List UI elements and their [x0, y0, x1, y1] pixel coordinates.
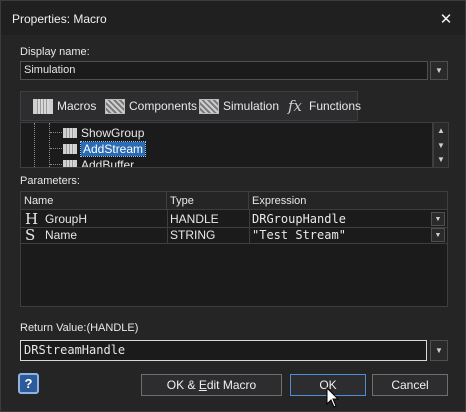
- return-value-text: DRStreamHandle: [24, 343, 126, 357]
- component-icon: [105, 98, 125, 114]
- tree-connector: [49, 123, 50, 167]
- button-label-mnemonic: E: [198, 378, 207, 392]
- scroll-up-icon[interactable]: ▲: [434, 124, 448, 137]
- tab-components[interactable]: Components: [105, 92, 197, 120]
- expression-dropdown-button[interactable]: ▼: [431, 212, 445, 226]
- display-name-label: Display name:: [20, 46, 90, 58]
- tree-connector: [50, 148, 64, 149]
- tree-item-label: AddBuffer: [81, 157, 135, 168]
- return-value-dropdown-button[interactable]: ▼: [430, 340, 448, 361]
- string-type-icon: S: [25, 226, 36, 244]
- grid-divider: [21, 243, 447, 244]
- tab-components-label: Components: [129, 99, 198, 113]
- tree-scrollbar[interactable]: ▲ ▼ ▼: [433, 122, 449, 168]
- param-name-cell[interactable]: Name: [45, 227, 77, 243]
- macro-icon: [33, 98, 53, 114]
- cancel-button[interactable]: Cancel: [372, 374, 448, 396]
- tree-connector: [50, 164, 64, 165]
- tab-functions[interactable]: fx Functions: [285, 92, 361, 120]
- ok-edit-macro-button[interactable]: OK & Edit Macro: [141, 374, 282, 396]
- param-type-cell: STRING: [170, 228, 216, 242]
- tab-simulation[interactable]: Simulation: [199, 92, 279, 120]
- help-icon: ?: [24, 376, 33, 391]
- properties-dialog: Properties: Macro ✕ Display name: Simula…: [0, 0, 466, 412]
- tree-connector: [50, 132, 64, 133]
- column-header-type[interactable]: Type: [167, 192, 249, 210]
- grid-divider: [21, 227, 447, 228]
- tab-macros-label: Macros: [57, 99, 97, 113]
- scroll-down-icon[interactable]: ▼: [434, 153, 448, 166]
- button-label: OK &: [166, 378, 199, 392]
- close-button[interactable]: ✕: [433, 7, 459, 31]
- chevron-down-icon: ▼: [434, 231, 442, 239]
- mouse-cursor-icon: [326, 387, 340, 408]
- tab-functions-label: Functions: [309, 99, 362, 113]
- expression-dropdown-button[interactable]: ▼: [431, 228, 445, 242]
- chevron-down-icon: ▼: [434, 215, 442, 223]
- window-title: Properties: Macro: [12, 12, 107, 26]
- title-bar: Properties: Macro ✕: [1, 1, 465, 35]
- param-type-cell: HANDLE: [170, 212, 219, 226]
- parameters-label: Parameters:: [20, 175, 80, 187]
- macro-icon: [63, 127, 77, 138]
- macro-icon: [63, 143, 77, 154]
- column-header-name[interactable]: Name: [21, 192, 167, 210]
- fx-icon: fx: [287, 96, 302, 115]
- tab-macros[interactable]: Macros: [33, 92, 96, 120]
- close-icon: ✕: [439, 11, 453, 28]
- parameters-grid[interactable]: Name Type Expression H GroupH HANDLE DRG…: [20, 191, 448, 307]
- scroll-down-icon[interactable]: ▼: [434, 139, 448, 152]
- tree-item-addbuffer[interactable]: AddBuffer: [63, 157, 135, 168]
- display-name-dropdown-button[interactable]: ▼: [430, 61, 448, 80]
- return-value-field[interactable]: DRStreamHandle: [20, 340, 427, 361]
- tree-item-label: ShowGroup: [81, 125, 145, 140]
- tab-simulation-label: Simulation: [223, 99, 280, 113]
- tree-item-showgroup[interactable]: ShowGroup: [63, 125, 144, 140]
- button-label: Cancel: [391, 378, 429, 392]
- param-expression-cell[interactable]: DRGroupHandle: [252, 211, 346, 227]
- display-name-value: Simulation: [24, 64, 76, 76]
- return-value-label: Return Value:(HANDLE): [20, 322, 139, 334]
- chevron-down-icon: ▼: [435, 66, 443, 75]
- category-tabbar: Macros Components Simulation fx Function…: [20, 91, 361, 121]
- macro-icon: [63, 159, 77, 167]
- param-expression-cell[interactable]: "Test Stream": [252, 227, 346, 243]
- chevron-down-icon: ▼: [435, 346, 443, 355]
- help-button[interactable]: ?: [18, 373, 39, 394]
- simulation-icon: [199, 98, 219, 114]
- handle-type-icon: H: [25, 210, 39, 228]
- tree-item-label: AddStream: [79, 140, 147, 157]
- macro-tree[interactable]: ShowGroup AddStream AddBuffer: [20, 122, 433, 168]
- tree-item-addstream[interactable]: AddStream: [63, 140, 147, 157]
- param-name-cell[interactable]: GroupH: [45, 211, 87, 227]
- tree-connector: [34, 123, 35, 167]
- column-header-expression[interactable]: Expression: [249, 192, 447, 210]
- button-label: dit Macro: [206, 378, 257, 392]
- display-name-field[interactable]: Simulation: [20, 61, 428, 80]
